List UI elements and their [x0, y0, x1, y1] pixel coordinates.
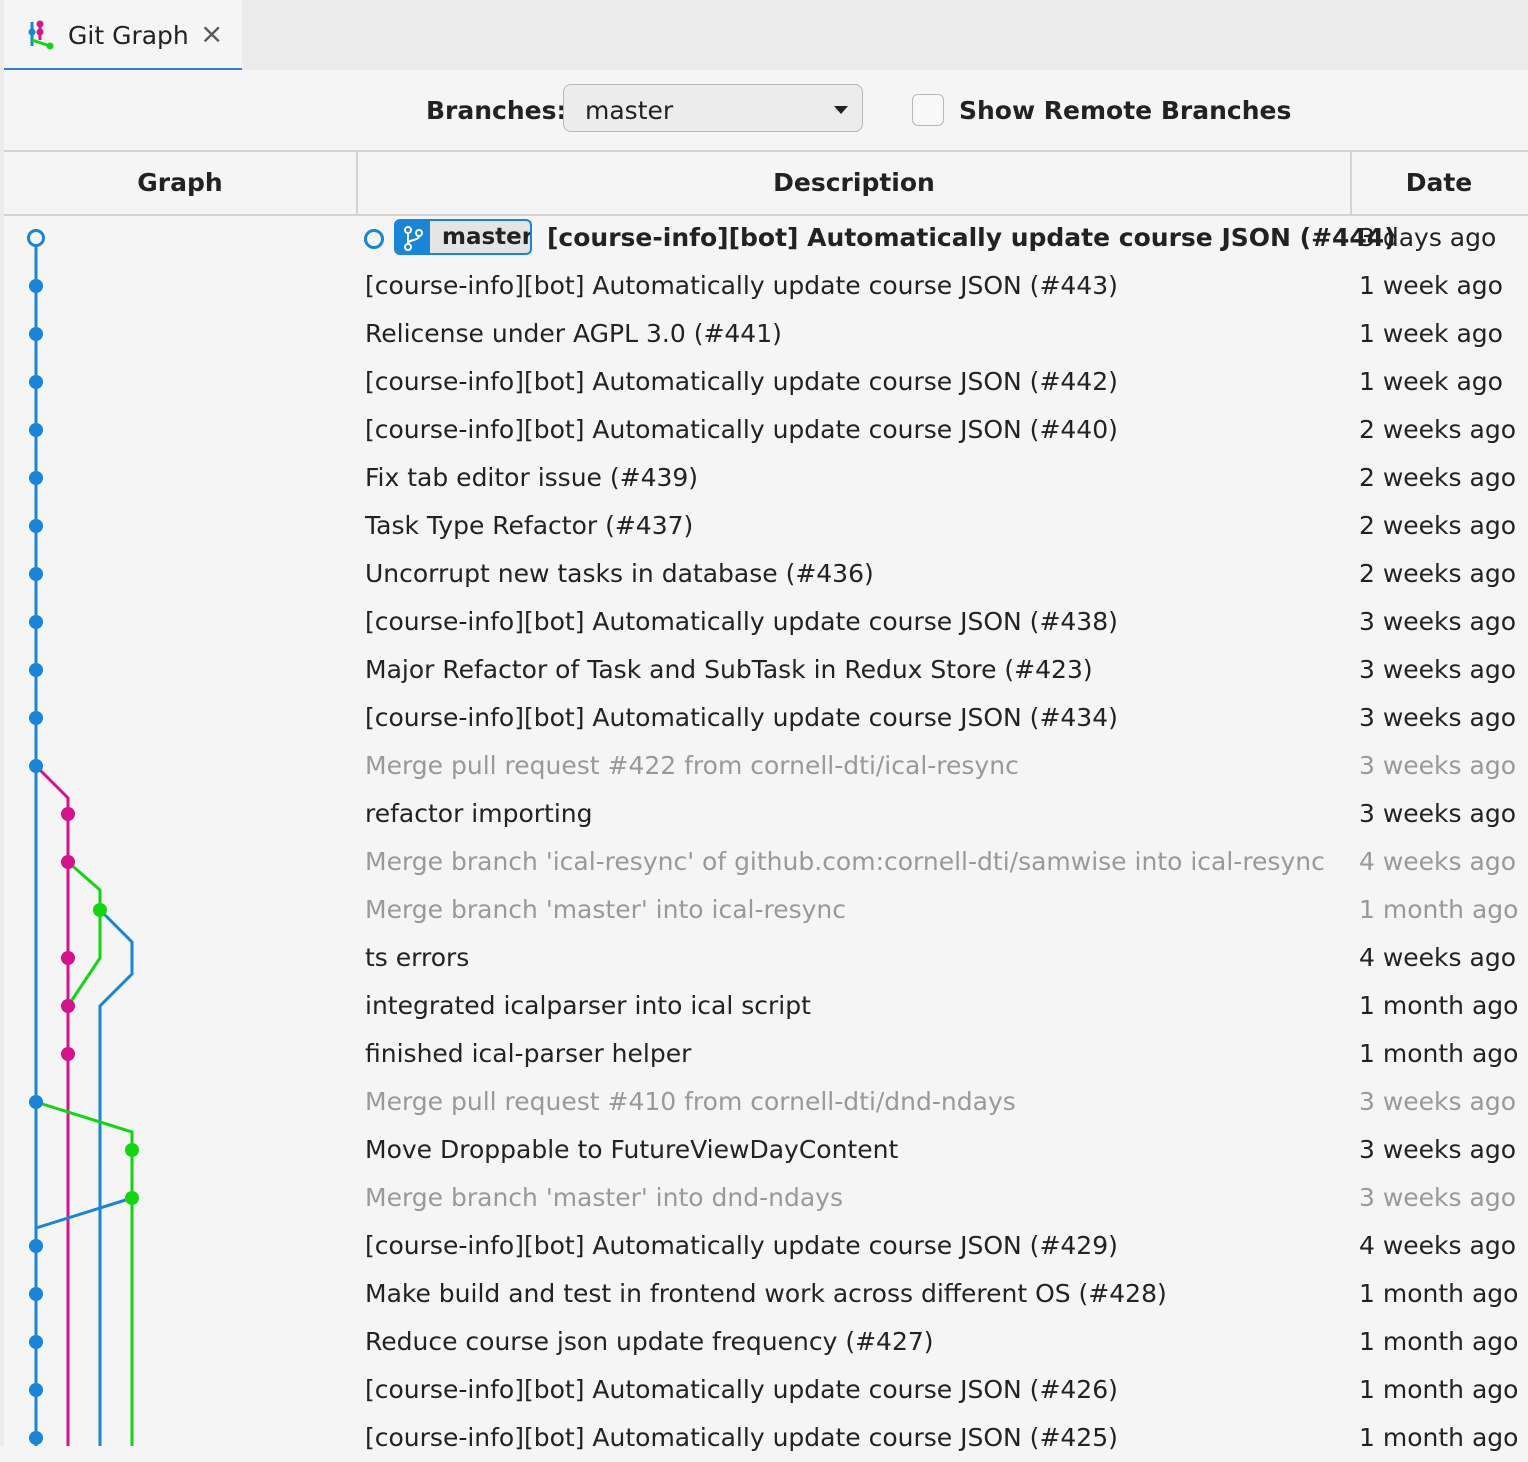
commit-row[interactable]: Merge branch 'master' into ical-resync 1 …	[0, 886, 1528, 934]
commit-date: 4 weeks ago	[1359, 847, 1516, 876]
commit-date: 3 weeks ago	[1359, 751, 1516, 780]
commit-date: 1 month ago	[1359, 1423, 1519, 1452]
commit-message: Fix tab editor issue (#439)	[365, 463, 699, 492]
commit-date: 1 month ago	[1359, 895, 1519, 924]
commit-row[interactable]: [course-info][bot] Automatically update …	[0, 1366, 1528, 1414]
show-remote-branches-checkbox[interactable]	[912, 94, 944, 126]
branch-ref-name: master	[442, 224, 532, 250]
commit-date: 2 weeks ago	[1359, 415, 1516, 444]
commit-date: 3 days ago	[1359, 223, 1497, 252]
commit-row[interactable]: Merge branch 'master' into dnd-ndays 3 we…	[0, 1174, 1528, 1222]
commit-date: 2 weeks ago	[1359, 559, 1516, 588]
commit-row[interactable]: [course-info][bot] Automatically update …	[0, 262, 1528, 310]
commit-message: [course-info][bot] Automatically update …	[365, 1375, 1118, 1404]
commit-message: [course-info][bot] Automatically update …	[365, 703, 1118, 732]
commit-date: 3 weeks ago	[1359, 799, 1516, 828]
commit-message: Uncorrupt new tasks in database (#436)	[365, 559, 874, 588]
show-remote-branches-label[interactable]: Show Remote Branches	[959, 96, 1291, 125]
commit-row[interactable]: Reduce course json update frequency (#42…	[0, 1318, 1528, 1366]
commit-row[interactable]: master [course-info][bot] Automatically u…	[0, 214, 1528, 262]
commit-row[interactable]: integrated icalparser into ical script 1 …	[0, 982, 1528, 1030]
commit-row[interactable]: Merge branch 'ical-resync' of github.com…	[0, 838, 1528, 886]
commit-row[interactable]: Uncorrupt new tasks in database (#436) 2 …	[0, 550, 1528, 598]
commit-row[interactable]: [course-info][bot] Automatically update …	[0, 694, 1528, 742]
column-header-description: Description	[358, 152, 1352, 214]
commit-message: refactor importing	[365, 799, 593, 828]
commit-message: [course-info][bot] Automatically update …	[365, 1231, 1118, 1260]
commit-message: [course-info][bot] Automatically update …	[365, 271, 1118, 300]
commit-row[interactable]: finished ical-parser helper 1 month ago	[0, 1030, 1528, 1078]
commit-row[interactable]: ts errors 4 weeks ago	[0, 934, 1528, 982]
commit-row[interactable]: [course-info][bot] Automatically update …	[0, 1222, 1528, 1270]
commit-message: [course-info][bot] Automatically update …	[365, 415, 1118, 444]
commit-message: finished ical-parser helper	[365, 1039, 692, 1068]
commit-message: Merge pull request #422 from cornell-dti…	[365, 751, 1019, 780]
commit-row[interactable]: [course-info][bot] Automatically update …	[0, 1414, 1528, 1462]
commit-date: 1 month ago	[1359, 991, 1519, 1020]
branches-dropdown[interactable]: master	[563, 84, 863, 132]
commit-message: Task Type Refactor (#437)	[365, 511, 694, 540]
commit-row[interactable]: [course-info][bot] Automatically update …	[0, 598, 1528, 646]
commit-date: 4 weeks ago	[1359, 943, 1516, 972]
commit-message: ts errors	[365, 943, 470, 972]
commit-date: 1 week ago	[1359, 271, 1503, 300]
git-branch-icon	[396, 221, 430, 253]
commit-date: 2 weeks ago	[1359, 511, 1516, 540]
column-header-date: Date	[1405, 168, 1473, 197]
commit-row[interactable]: Merge pull request #422 from cornell-dti…	[0, 742, 1528, 790]
commit-date: 3 weeks ago	[1359, 1087, 1516, 1116]
commit-date: 3 weeks ago	[1359, 1135, 1516, 1164]
commit-row[interactable]: [course-info][bot] Automatically update …	[0, 358, 1528, 406]
commit-message: [course-info][bot] Automatically update …	[365, 1423, 1118, 1452]
commit-message: Merge branch 'master' into ical-resync	[365, 895, 847, 924]
commit-date: 3 weeks ago	[1359, 703, 1516, 732]
commit-date: 1 month ago	[1359, 1279, 1519, 1308]
commit-date: 4 weeks ago	[1359, 1231, 1516, 1260]
commit-date: 1 week ago	[1359, 319, 1503, 348]
commit-date: 1 week ago	[1359, 367, 1503, 396]
commit-row[interactable]: [course-info][bot] Automatically update …	[0, 406, 1528, 454]
commit-row[interactable]: Major Refactor of Task and SubTask in Re…	[0, 646, 1528, 694]
commit-row[interactable]: Make build and test in frontend work acr…	[0, 1270, 1528, 1318]
commit-row[interactable]: Relicense under AGPL 3.0 (#441) 1 week ag…	[0, 310, 1528, 358]
commit-row[interactable]: Move Droppable to FutureViewDayContent 3 …	[0, 1126, 1528, 1174]
commit-row[interactable]: Merge pull request #410 from cornell-dti…	[0, 1078, 1528, 1126]
branch-ref-label[interactable]: master	[394, 219, 532, 255]
commit-date: 1 month ago	[1359, 1327, 1519, 1356]
commit-date: 1 month ago	[1359, 1375, 1519, 1404]
commit-date: 3 weeks ago	[1359, 1183, 1516, 1212]
commit-row[interactable]: refactor importing 3 weeks ago	[0, 790, 1528, 838]
branches-dropdown-value: master	[585, 96, 674, 125]
branches-label: Branches:	[426, 96, 567, 125]
commit-message: [course-info][bot] Automatically update …	[365, 367, 1118, 396]
commit-message: Make build and test in frontend work acr…	[365, 1279, 1167, 1308]
commit-date: 3 weeks ago	[1359, 655, 1516, 684]
commit-row[interactable]: Task Type Refactor (#437) 2 weeks ago	[0, 502, 1528, 550]
commit-row[interactable]: Fix tab editor issue (#439) 2 weeks ago	[0, 454, 1528, 502]
commit-message: Reduce course json update frequency (#42…	[365, 1327, 934, 1356]
commit-date: 1 month ago	[1359, 1039, 1519, 1068]
commit-date: 3 weeks ago	[1359, 607, 1516, 636]
commit-date: 2 weeks ago	[1359, 463, 1516, 492]
commit-message: Relicense under AGPL 3.0 (#441)	[365, 319, 782, 348]
commit-message: Merge branch 'ical-resync' of github.com…	[365, 847, 1325, 876]
commit-message: [course-info][bot] Automatically update …	[547, 223, 1396, 252]
commit-message: Major Refactor of Task and SubTask in Re…	[365, 655, 1093, 684]
head-commit-icon	[364, 229, 384, 249]
chevron-down-icon	[834, 106, 848, 114]
commit-message: integrated icalparser into ical script	[365, 991, 811, 1020]
commit-message: Merge pull request #410 from cornell-dti…	[365, 1087, 1016, 1116]
commit-message: Merge branch 'master' into dnd-ndays	[365, 1183, 843, 1212]
commit-message: Move Droppable to FutureViewDayContent	[365, 1135, 899, 1164]
commit-message: [course-info][bot] Automatically update …	[365, 607, 1118, 636]
